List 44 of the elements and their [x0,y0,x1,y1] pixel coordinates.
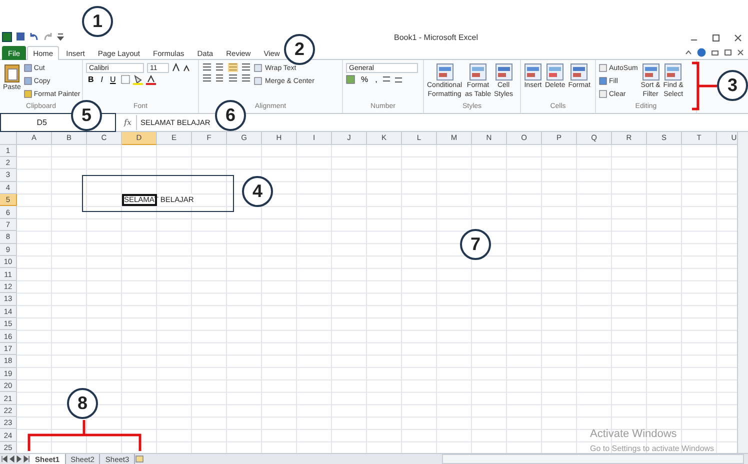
annotation-number: 5 [71,100,102,131]
vertical-scrollbar[interactable] [737,132,748,454]
grow-font-icon [172,63,180,72]
align-lines-icon[interactable] [215,62,225,72]
number-style-button[interactable]: % [359,74,370,84]
align-lines-icon[interactable] [241,74,251,83]
window-title: Book1 - Microsoft Excel [392,32,480,42]
align-lines-icon[interactable] [202,62,212,72]
sheet-nav-icon[interactable] [0,455,30,464]
collapse-ribbon-icon[interactable] [685,49,692,56]
align-lines-icon[interactable] [202,74,212,83]
borders-icon[interactable] [120,75,130,84]
activation-subtitle: Go to Settings to activate Windows [590,444,714,453]
font-color-icon[interactable] [146,74,156,85]
annotation-bracket [690,61,718,111]
annotation-number: 7 [460,229,491,260]
annotation-number: 1 [82,6,113,37]
horizontal-scrollbar[interactable] [442,454,744,464]
align-lines-icon[interactable] [241,62,251,72]
close-icon[interactable] [737,48,744,56]
close-icon[interactable] [734,34,742,42]
customize-icon[interactable] [57,32,64,42]
excel-logo-icon [2,32,12,42]
fill-color-icon[interactable] [132,74,143,85]
clipboard-icon [4,62,20,83]
select-all-corner[interactable] [0,132,17,144]
function-symbol[interactable]: fx [124,118,132,126]
align-lines-icon[interactable] [228,74,238,83]
annotation-number: 6 [215,100,246,131]
format-style-button[interactable]: I [98,75,106,84]
number-style-button[interactable]: , [373,74,380,84]
undo-icon[interactable] [29,32,39,42]
annotation-number: 8 [67,388,98,419]
minimize-icon[interactable] [711,48,719,56]
help-icon[interactable] [697,48,706,57]
format-style-button[interactable]: U [108,75,118,84]
name-box[interactable]: D5 [1,114,67,130]
annotation-number: 2 [284,34,315,65]
align-lines-icon[interactable] [215,74,225,83]
annotation-number: 4 [242,176,273,207]
shrink-font-icon [183,64,190,72]
format-style-button[interactable]: B [86,75,96,84]
activation-title: Activate Windows [590,428,677,440]
save-icon[interactable] [16,32,25,42]
